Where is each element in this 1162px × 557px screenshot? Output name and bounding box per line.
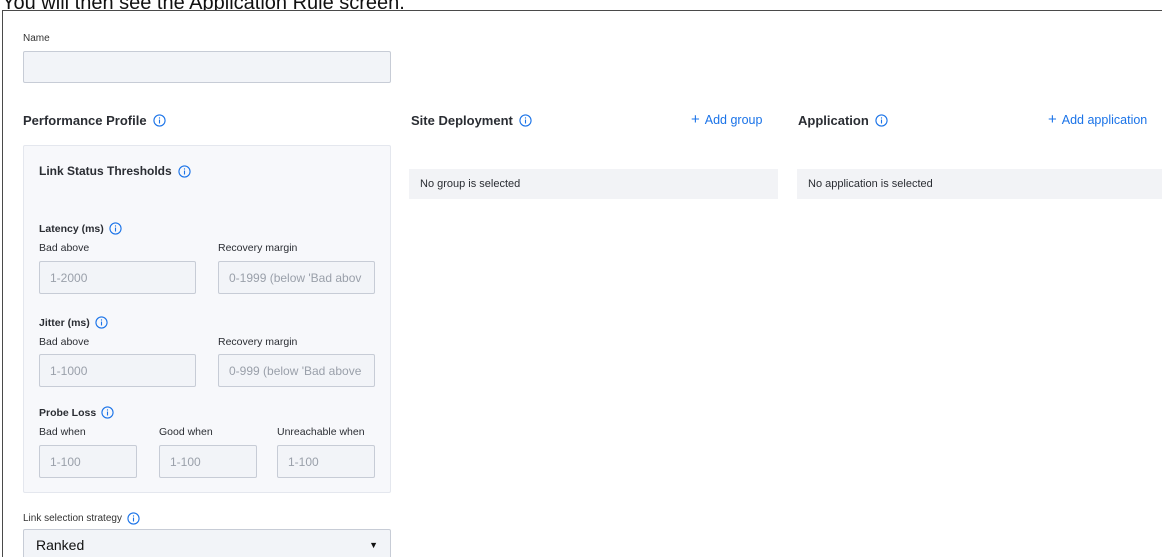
- group-empty-state: No group is selected: [409, 169, 778, 199]
- info-icon[interactable]: [101, 406, 114, 419]
- info-icon[interactable]: [109, 222, 122, 235]
- latency-title: Latency (ms): [39, 222, 122, 235]
- probe-loss-good-when-label: Good when: [159, 426, 213, 438]
- plus-icon: +: [1048, 111, 1057, 128]
- add-group-button[interactable]: + Add group: [691, 111, 763, 128]
- probe-loss-bad-when-label: Bad when: [39, 426, 86, 438]
- link-selection-strategy-select[interactable]: Ranked ▼: [23, 529, 391, 557]
- link-status-thresholds-label: Link Status Thresholds: [39, 164, 172, 178]
- link-selection-strategy-value: Ranked: [36, 537, 85, 553]
- performance-profile-label: Performance Profile: [23, 113, 147, 128]
- latency-recovery-margin-input[interactable]: 0-1999 (below 'Bad abov: [218, 261, 375, 294]
- probe-loss-title: Probe Loss: [39, 406, 114, 419]
- application-title: Application: [798, 113, 888, 128]
- info-icon[interactable]: [152, 114, 166, 127]
- probe-loss-unreachable-when-input[interactable]: 1-100: [277, 445, 375, 478]
- jitter-recovery-margin-label: Recovery margin: [218, 336, 298, 348]
- add-application-button[interactable]: + Add application: [1048, 111, 1148, 128]
- probe-loss-bad-when-input[interactable]: 1-100: [39, 445, 137, 478]
- info-icon[interactable]: [127, 512, 140, 525]
- link-status-thresholds-title: Link Status Thresholds: [39, 164, 191, 178]
- application-label: Application: [798, 113, 869, 128]
- site-deployment-label: Site Deployment: [411, 113, 513, 128]
- performance-profile-title: Performance Profile: [23, 113, 166, 128]
- link-selection-strategy-label: Link selection strategy: [23, 513, 122, 524]
- probe-loss-unreachable-when-label: Unreachable when: [277, 426, 365, 438]
- name-label: Name: [23, 33, 50, 44]
- add-group-label: Add group: [704, 113, 763, 127]
- caret-down-icon: ▼: [369, 540, 378, 550]
- latency-bad-above-input[interactable]: 1-2000: [39, 261, 196, 294]
- latency-recovery-margin-label: Recovery margin: [218, 242, 298, 254]
- jitter-bad-above-label: Bad above: [39, 336, 90, 348]
- application-rule-form: Name Performance Profile Link Status Thr…: [2, 10, 1162, 557]
- latency-bad-above-label: Bad above: [39, 242, 90, 254]
- info-icon[interactable]: [95, 316, 108, 329]
- name-input[interactable]: [23, 51, 391, 83]
- link-selection-strategy-title: Link selection strategy: [23, 512, 140, 525]
- jitter-recovery-margin-input[interactable]: 0-999 (below 'Bad above: [218, 354, 375, 387]
- jitter-title: Jitter (ms): [39, 316, 108, 329]
- info-icon[interactable]: [875, 114, 888, 127]
- site-deployment-title: Site Deployment: [411, 113, 532, 128]
- probe-loss-good-when-input[interactable]: 1-100: [159, 445, 257, 478]
- info-icon[interactable]: [519, 114, 532, 127]
- add-application-label: Add application: [1061, 113, 1148, 127]
- latency-label: Latency (ms): [39, 222, 104, 235]
- probe-loss-label: Probe Loss: [39, 406, 97, 419]
- link-status-thresholds-card: Link Status Thresholds Latency (ms) Bad …: [23, 145, 391, 493]
- application-empty-state: No application is selected: [797, 169, 1162, 199]
- info-icon[interactable]: [178, 164, 191, 178]
- jitter-bad-above-input[interactable]: 1-1000: [39, 354, 196, 387]
- jitter-label: Jitter (ms): [39, 316, 90, 329]
- plus-icon: +: [691, 111, 700, 128]
